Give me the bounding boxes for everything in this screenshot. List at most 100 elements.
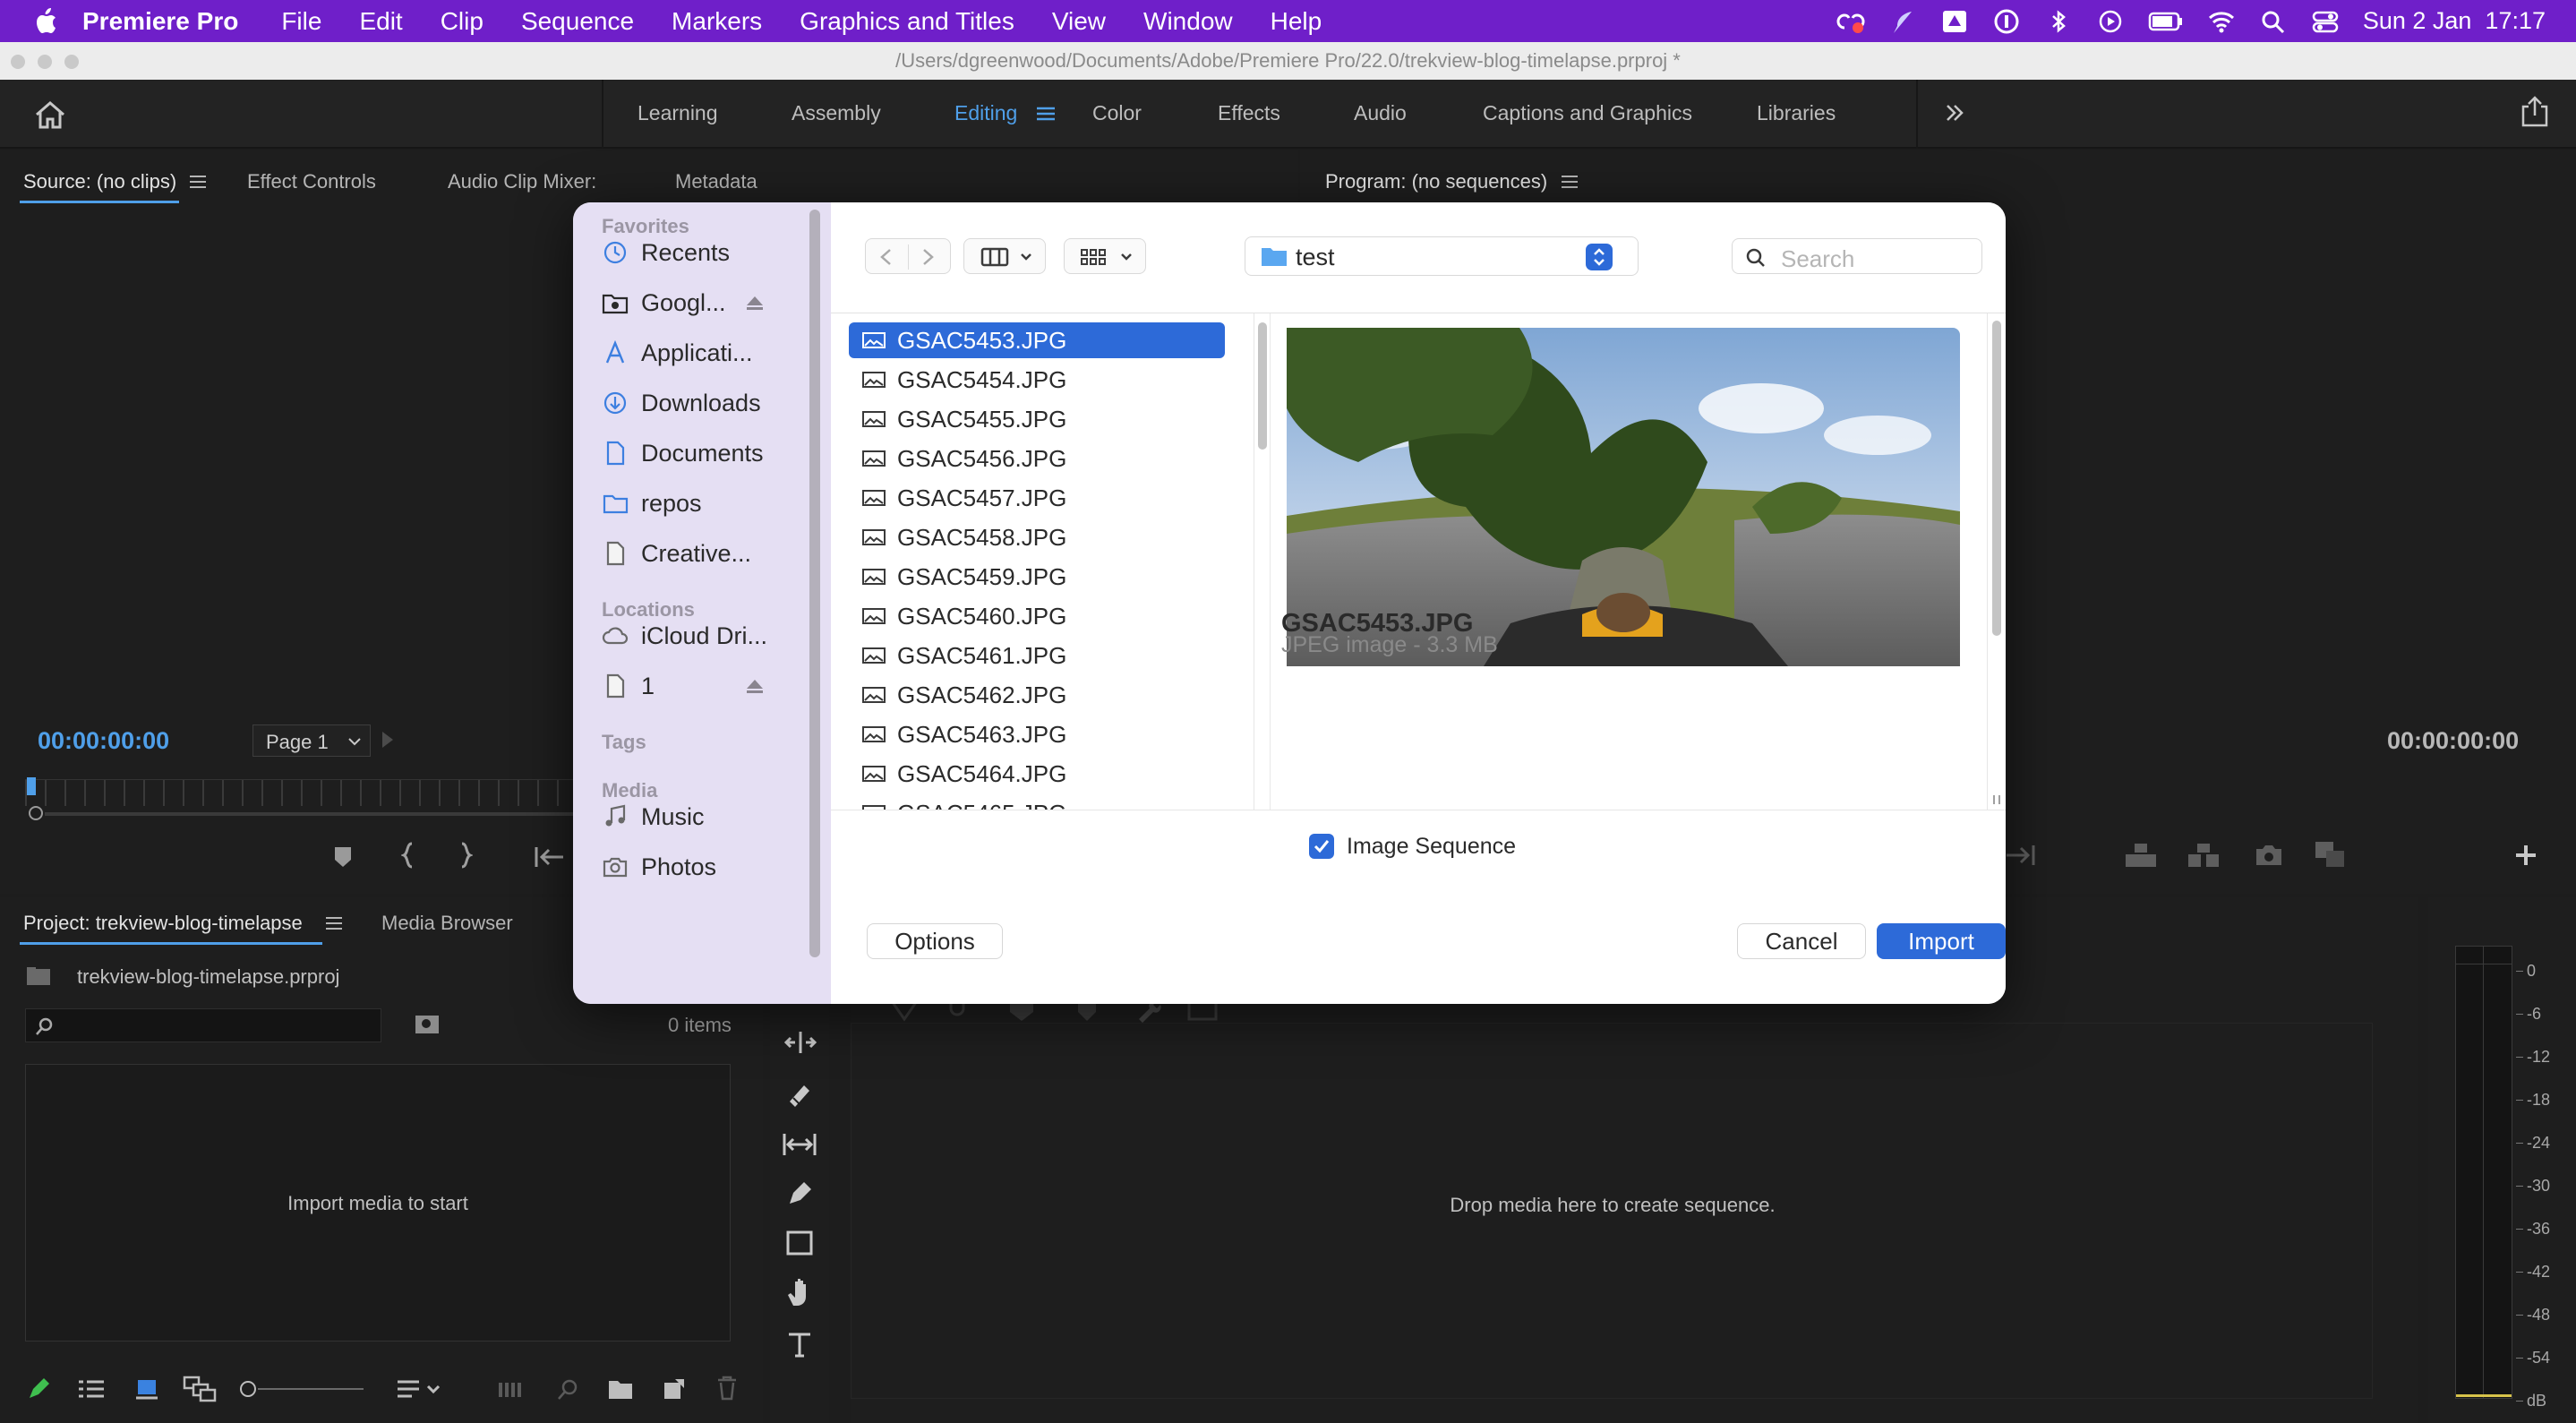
file-item[interactable]: GSAC5463.JPG	[849, 716, 1225, 752]
razor-tool-icon[interactable]	[786, 1082, 813, 1109]
ripple-edit-tool-icon[interactable]	[784, 1030, 817, 1055]
menu-clip[interactable]: Clip	[441, 7, 484, 36]
playhead[interactable]	[27, 777, 36, 795]
file-item[interactable]: GSAC5464.JPG	[849, 756, 1225, 792]
workspace-learning[interactable]: Learning	[638, 101, 718, 125]
view-mode-button[interactable]	[963, 238, 1046, 274]
tab-metadata[interactable]: Metadata	[675, 170, 757, 193]
go-to-out-icon[interactable]	[2006, 844, 2036, 867]
sequence-drop-area[interactable]: Drop media here to create sequence.	[851, 1023, 2373, 1399]
menu-file[interactable]: File	[281, 7, 321, 36]
mark-in-icon[interactable]	[401, 842, 415, 869]
sidebar-item-downloads[interactable]: Downloads	[602, 385, 761, 421]
feather-icon[interactable]	[1888, 8, 1917, 35]
preview-scrollbar[interactable]	[1992, 321, 2001, 636]
type-tool-icon[interactable]	[786, 1331, 813, 1358]
workspace-editing[interactable]: Editing	[954, 101, 1017, 125]
options-button[interactable]: Options	[867, 923, 1003, 959]
sidebar-item-documents[interactable]: Documents	[602, 435, 764, 471]
workspace-captions-and-graphics[interactable]: Captions and Graphics	[1483, 101, 1692, 125]
menu-help[interactable]: Help	[1271, 7, 1322, 36]
menu-app-name[interactable]: Premiere Pro	[82, 7, 238, 36]
automate-to-sequence-icon[interactable]	[498, 1381, 526, 1399]
file-item[interactable]: GSAC5456.JPG	[849, 441, 1225, 476]
panel-menu-icon[interactable]	[190, 176, 206, 188]
comparison-view-icon[interactable]	[2314, 840, 2346, 869]
sidebar-item-photos[interactable]: Photos	[602, 849, 716, 885]
slip-tool-icon[interactable]	[783, 1132, 817, 1157]
freeform-view-icon[interactable]	[183, 1376, 217, 1402]
resize-handle-icon[interactable]	[1990, 793, 2003, 806]
zoom-window-button[interactable]	[64, 55, 79, 69]
forward-icon[interactable]	[921, 248, 936, 266]
pen-tool-icon[interactable]	[786, 1180, 813, 1207]
find-icon[interactable]	[557, 1377, 580, 1401]
tab-audio-clip-mixer[interactable]: Audio Clip Mixer:	[448, 170, 596, 193]
home-icon[interactable]	[34, 99, 66, 130]
image-sequence-checkbox[interactable]	[1309, 834, 1334, 859]
mark-out-icon[interactable]	[458, 842, 473, 869]
new-item-icon[interactable]	[663, 1377, 686, 1401]
control-center-icon[interactable]	[2311, 8, 2340, 35]
menu-markers[interactable]: Markers	[672, 7, 762, 36]
more-workspaces-icon[interactable]	[1945, 103, 1964, 123]
file-list-scrollbar[interactable]	[1258, 322, 1267, 450]
workspace-libraries[interactable]: Libraries	[1757, 101, 1836, 125]
clear-icon[interactable]	[716, 1376, 738, 1401]
drive-icon[interactable]	[1940, 8, 1969, 35]
file-item[interactable]: GSAC5459.JPG	[849, 559, 1225, 595]
tab-media-browser[interactable]: Media Browser	[381, 912, 513, 935]
workspace-effects[interactable]: Effects	[1218, 101, 1280, 125]
cancel-button[interactable]: Cancel	[1737, 923, 1866, 959]
file-item[interactable]: GSAC5453.JPG	[849, 322, 1225, 358]
apple-icon[interactable]	[34, 7, 57, 35]
sidebar-item-1[interactable]: 1	[602, 668, 655, 704]
add-button-icon[interactable]	[2514, 844, 2537, 867]
zoom-handle[interactable]	[29, 806, 43, 820]
import-button[interactable]: Import	[1877, 923, 2006, 959]
wifi-icon[interactable]	[2207, 8, 2236, 35]
share-icon[interactable]	[2520, 96, 2550, 128]
thumbnail-size-slider-handle[interactable]	[240, 1381, 256, 1397]
project-search-input[interactable]	[25, 1008, 381, 1042]
pencil-icon[interactable]	[27, 1377, 50, 1401]
folder-path-select[interactable]: test	[1245, 236, 1639, 276]
sidebar-item-music[interactable]: Music	[602, 799, 705, 835]
export-frame-icon[interactable]	[2255, 844, 2283, 867]
program-title[interactable]: Program: (no sequences)	[1325, 170, 1547, 193]
lift-icon[interactable]	[2124, 842, 2158, 869]
file-item[interactable]: GSAC5457.JPG	[849, 480, 1225, 516]
add-marker-icon[interactable]	[333, 845, 353, 869]
extract-icon[interactable]	[2187, 842, 2221, 869]
rectangle-tool-icon[interactable]	[786, 1230, 813, 1256]
workspace-menu-icon[interactable]	[1037, 107, 1055, 121]
sidebar-item-googl[interactable]: Googl...	[602, 285, 726, 321]
file-item[interactable]: GSAC5454.JPG	[849, 362, 1225, 398]
workspace-audio[interactable]: Audio	[1354, 101, 1407, 125]
onepassword-icon[interactable]	[1992, 8, 2021, 35]
play-icon[interactable]	[2096, 8, 2125, 35]
file-item[interactable]: GSAC5455.JPG	[849, 401, 1225, 437]
sort-icons-icon[interactable]	[396, 1379, 442, 1399]
file-item[interactable]: GSAC5458.JPG	[849, 519, 1225, 555]
menu-clock[interactable]: Sun 2 Jan 17:17	[2363, 7, 2546, 35]
workspace-color[interactable]: Color	[1092, 101, 1142, 125]
back-icon[interactable]	[878, 248, 893, 266]
project-drop-area[interactable]: Import media to start	[25, 1064, 731, 1342]
sidebar-scrollbar[interactable]	[809, 210, 820, 957]
project-panel-menu-icon[interactable]	[326, 917, 342, 930]
group-button[interactable]	[1064, 238, 1146, 274]
sidebar-item-applicati[interactable]: Applicati...	[602, 335, 753, 371]
tab-effect-controls[interactable]: Effect Controls	[247, 170, 376, 193]
close-window-button[interactable]	[11, 55, 25, 69]
program-panel-menu-icon[interactable]	[1562, 176, 1578, 188]
eject-icon[interactable]	[745, 296, 765, 312]
file-item[interactable]: GSAC5460.JPG	[849, 598, 1225, 634]
go-to-in-icon[interactable]	[534, 845, 564, 869]
search-icon[interactable]	[2259, 8, 2288, 35]
thumbnail-size-slider[interactable]	[258, 1388, 364, 1390]
menu-sequence[interactable]: Sequence	[521, 7, 634, 36]
menu-edit[interactable]: Edit	[359, 7, 402, 36]
menu-view[interactable]: View	[1052, 7, 1106, 36]
search-field[interactable]: Search	[1732, 238, 1982, 274]
